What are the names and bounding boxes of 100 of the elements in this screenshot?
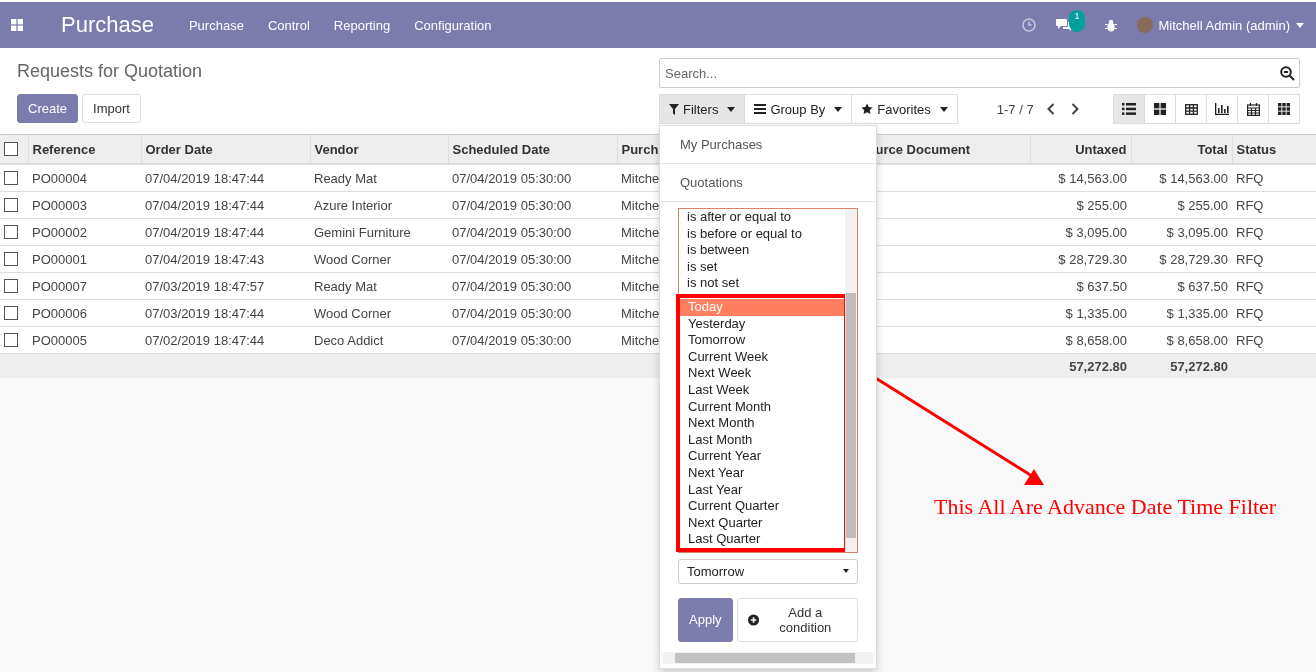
table-cell: PO00006 [32, 305, 87, 321]
column-header[interactable]: Reference [28, 135, 141, 164]
table-cell: Mitche [621, 305, 659, 321]
table-cell: $ 8,658.00 [1166, 332, 1228, 348]
table-cell: Mitche [621, 197, 659, 213]
list-option[interactable]: is set [679, 258, 845, 276]
list-option[interactable]: Next Year [680, 464, 844, 482]
operator-listbox[interactable] [678, 208, 858, 553]
view-switch-button[interactable] [1237, 94, 1269, 124]
view-switch-button[interactable] [1175, 94, 1207, 124]
star-icon [861, 103, 874, 115]
search-icon[interactable] [1280, 66, 1295, 81]
apps-icon[interactable] [11, 19, 23, 31]
import-button[interactable]: Import [82, 94, 141, 123]
filter-menu-item[interactable]: My Purchases [660, 126, 876, 164]
table-cell: RFQ [1236, 197, 1264, 213]
row-checkbox[interactable] [4, 279, 18, 293]
create-button[interactable]: Create [17, 94, 79, 123]
menu-item[interactable]: Control [255, 17, 322, 33]
list-option[interactable]: Yesterday [680, 315, 844, 333]
table-cell: Azure Interior [314, 197, 393, 213]
column-header[interactable]: Untaxed [1030, 135, 1131, 164]
table-cell: RFQ [1236, 332, 1264, 348]
list-option[interactable]: Tomorrow [680, 332, 844, 349]
search-field[interactable]: Search... [659, 58, 1300, 88]
list-option[interactable]: Next Quarter [680, 514, 844, 532]
caret-icon [834, 106, 843, 112]
list-option[interactable]: Last Year [680, 481, 844, 499]
search-option-button[interactable]: Group By [744, 94, 853, 124]
untaxed-total: 57,272.80 [1069, 358, 1127, 374]
list-option[interactable]: is between [679, 242, 845, 259]
list-option[interactable]: Next Week [680, 365, 844, 382]
list-option[interactable]: Current Year [680, 448, 844, 465]
list-option[interactable]: Current Month [680, 398, 844, 416]
table-cell: PO00007 [32, 278, 87, 294]
table-cell: PO00002 [32, 224, 87, 240]
menu-item[interactable]: Configuration [402, 17, 504, 33]
view-switch-button[interactable] [1113, 94, 1145, 124]
apply-button[interactable]: Apply [678, 597, 733, 642]
table-cell: $ 255.00 [1177, 197, 1228, 213]
list-option[interactable]: Next Month [680, 415, 844, 432]
list-option[interactable]: is after or equal to [679, 209, 845, 226]
caret-icon [843, 569, 849, 574]
value-select[interactable]: Tomorrow [678, 558, 858, 584]
row-checkbox[interactable] [4, 306, 18, 320]
list-option[interactable]: Current Week [680, 348, 844, 366]
table-cell: Ready Mat [314, 170, 377, 186]
column-header[interactable]: Scheduled Date [448, 135, 617, 164]
view-switch-button[interactable] [1268, 94, 1300, 124]
table-cell: 07/04/2019 05:30:00 [452, 251, 572, 267]
filter-icon [669, 103, 679, 115]
table-cell: 07/04/2019 18:47:44 [145, 197, 265, 213]
select-all-checkbox[interactable] [4, 142, 18, 156]
list-option[interactable]: is not set [679, 275, 845, 292]
table-cell: 07/04/2019 18:47:44 [145, 170, 265, 186]
row-checkbox[interactable] [4, 171, 18, 185]
search-option-button[interactable]: Filters [659, 94, 746, 124]
column-header[interactable]: Total [1131, 135, 1232, 164]
table-cell: $ 14,563.00 [1159, 170, 1228, 186]
row-checkbox[interactable] [4, 198, 18, 212]
horizontal-scrollbar[interactable] [663, 651, 873, 664]
column-header[interactable]: Purch [617, 135, 659, 164]
menu-item[interactable]: Purchase [176, 17, 256, 33]
table-cell: $ 1,335.00 [1065, 305, 1127, 321]
avatar [1136, 17, 1153, 33]
table-cell: $ 637.50 [1177, 278, 1228, 294]
pager-value[interactable]: 1-7 / 7 [996, 101, 1034, 117]
filter-menu-item[interactable]: Quotations [660, 164, 876, 202]
table-cell: $ 255.00 [1076, 197, 1127, 213]
search-option-button[interactable]: Favorites [851, 94, 958, 124]
list-option[interactable]: Last Month [680, 431, 844, 449]
table-cell: Mitche [621, 332, 659, 348]
list-option[interactable]: Last Week [680, 381, 844, 399]
add-condition-button[interactable]: Add a condition [736, 597, 858, 642]
row-checkbox[interactable] [4, 333, 18, 347]
scrollbar[interactable] [845, 209, 857, 552]
list-option[interactable]: Last Quarter [680, 531, 844, 548]
column-header[interactable]: Status [1232, 135, 1316, 164]
grand-total: 57,272.80 [1170, 358, 1228, 374]
user-name[interactable]: Mitchell Admin (admin) [1158, 17, 1290, 33]
bug-icon[interactable] [1104, 18, 1117, 32]
menu-icon [754, 104, 767, 114]
table-cell: Wood Corner [314, 305, 392, 321]
table-cell: Deco Addict [314, 332, 384, 348]
table-cell: Wood Corner [314, 251, 392, 267]
row-checkbox[interactable] [4, 225, 18, 239]
view-switch-button[interactable] [1144, 94, 1176, 124]
table-cell: RFQ [1236, 224, 1264, 240]
view-switch-button[interactable] [1206, 94, 1238, 124]
column-header[interactable]: Order Date [141, 135, 310, 164]
table-cell: 07/04/2019 05:30:00 [452, 278, 572, 294]
column-header[interactable]: Vendor [310, 135, 448, 164]
list-option[interactable]: Current Quarter [680, 498, 844, 515]
menu-item[interactable]: Reporting [321, 17, 403, 33]
table-cell: 07/04/2019 05:30:00 [452, 305, 572, 321]
message-count-badge: 1 [1069, 10, 1085, 32]
table-cell: $ 637.50 [1076, 278, 1127, 294]
list-option[interactable]: is before or equal to [679, 225, 845, 243]
row-checkbox[interactable] [4, 252, 18, 266]
table-cell: $ 14,563.00 [1058, 170, 1127, 186]
